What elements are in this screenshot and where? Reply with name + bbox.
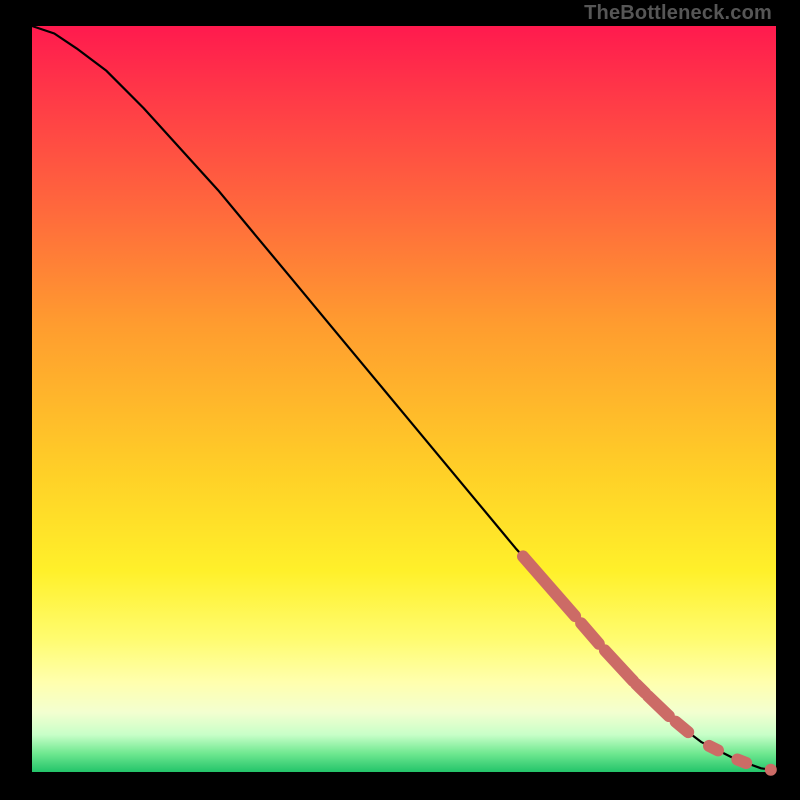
marker-segment bbox=[523, 556, 575, 616]
plot-svg bbox=[32, 26, 776, 772]
marker-dot bbox=[765, 764, 777, 776]
marker-segment bbox=[648, 696, 669, 716]
marker-segment bbox=[709, 746, 718, 751]
marker-segment bbox=[737, 760, 746, 764]
marker-layer bbox=[523, 556, 777, 775]
plot-area bbox=[32, 26, 776, 772]
marker-segment bbox=[676, 722, 689, 733]
marker-segment bbox=[636, 684, 645, 693]
marker-segment bbox=[581, 623, 599, 644]
curve-line bbox=[32, 26, 776, 771]
chart-frame: TheBottleneck.com bbox=[0, 0, 800, 800]
attribution-label: TheBottleneck.com bbox=[584, 2, 772, 25]
marker-segment bbox=[605, 650, 633, 681]
